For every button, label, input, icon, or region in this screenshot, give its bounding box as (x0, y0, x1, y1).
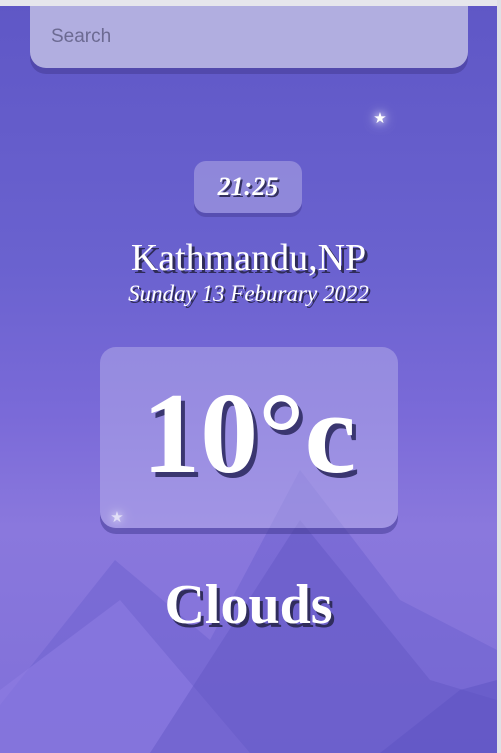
weather-condition: Clouds (164, 574, 333, 636)
search-bar[interactable] (30, 6, 468, 68)
star-icon: ★ (373, 109, 387, 127)
date-label: Sunday 13 Feburary 2022 (128, 281, 369, 306)
time-label: 21:25 (217, 172, 279, 201)
location-title: Kathmandu,NP (130, 237, 367, 279)
search-input[interactable] (49, 16, 453, 58)
temperature-value: 10°c (142, 369, 356, 498)
temperature-card: 10°c (100, 347, 398, 528)
time-badge: 21:25 (194, 161, 302, 213)
weather-app: ★ ★ 21:25 Kathmandu,NP Sunday 13 Feburar… (0, 0, 501, 753)
